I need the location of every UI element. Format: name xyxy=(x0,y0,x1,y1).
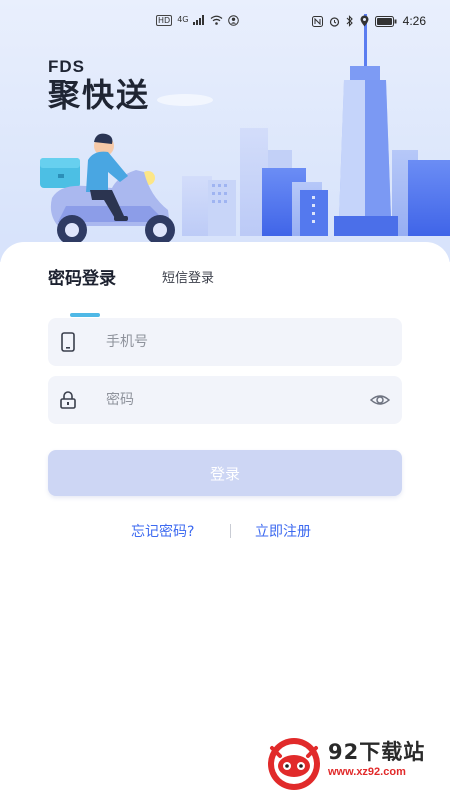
nfc-icon xyxy=(311,15,323,27)
hd-badge: HD xyxy=(156,14,173,26)
status-bar: HD 4G 4:26 xyxy=(0,0,450,42)
tab-password-login[interactable]: 密码登录 xyxy=(48,264,116,289)
brand-logo: FDS 聚快送 xyxy=(48,57,150,115)
battery-icon xyxy=(374,15,397,27)
lock-icon xyxy=(48,376,88,424)
tab-sms-login[interactable]: 短信登录 xyxy=(162,267,214,286)
phone-field[interactable] xyxy=(48,318,402,366)
location-icon xyxy=(360,15,369,27)
password-input[interactable] xyxy=(106,392,346,408)
login-button[interactable]: 登录 xyxy=(48,450,402,496)
phone-input[interactable] xyxy=(106,334,346,350)
auth-links: 忘记密码? 立即注册 xyxy=(0,521,450,543)
show-password-eye-icon[interactable] xyxy=(369,390,391,414)
network-type-label: 4G xyxy=(177,15,189,24)
login-card: 密码登录 短信登录 登录 忘记密码? xyxy=(0,242,450,800)
brand-name-cn-part2: 快送 xyxy=(82,76,151,114)
gamepad-logo-icon xyxy=(268,738,320,790)
password-field[interactable] xyxy=(48,376,402,424)
signal-icon xyxy=(193,15,205,25)
status-bar-left: HD 4G xyxy=(156,14,240,26)
clock: 4:26 xyxy=(402,14,426,28)
brand-name-cn: 聚快送 xyxy=(48,76,150,114)
phone-icon xyxy=(48,318,88,366)
brand-name-cn-part1: 聚 xyxy=(48,76,83,114)
alarm-icon xyxy=(329,16,339,27)
tab-active-indicator xyxy=(70,313,100,317)
hero-banner: HD 4G 4:26 FDS 聚快送 xyxy=(0,0,450,262)
forgot-password-link[interactable]: 忘记密码? xyxy=(131,521,194,541)
bluetooth-icon xyxy=(346,15,353,27)
status-bar-right: 4:26 xyxy=(311,14,426,28)
watermark-url: www.xz92.com xyxy=(328,766,406,778)
link-divider xyxy=(230,524,231,538)
wifi-icon xyxy=(211,15,223,25)
site-watermark: 92下载站 www.xz92.com xyxy=(266,726,446,796)
watermark-title: 92下载站 xyxy=(328,740,426,764)
register-link[interactable]: 立即注册 xyxy=(255,521,311,541)
brand-name-en: FDS xyxy=(48,57,85,76)
account-icon xyxy=(228,14,240,26)
